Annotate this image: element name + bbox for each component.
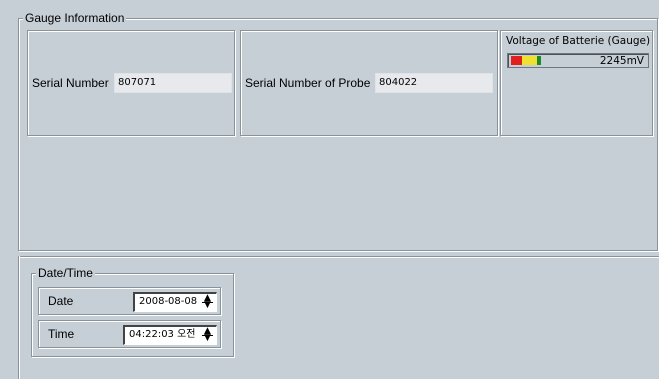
battery-voltage-value: 2245mV	[599, 55, 644, 67]
lower-section-left-edge	[18, 256, 19, 379]
date-value: 2008-08-08	[139, 296, 198, 307]
battery-gauge-bar: 2245mV	[507, 53, 649, 68]
probe-serial-label: Serial Number of Probe	[245, 76, 371, 90]
battery-voltage-label: Voltage of Batterie (Gauge)	[506, 35, 651, 47]
time-spin-buttons[interactable]: ▲ ▼	[201, 327, 214, 343]
battery-gauge-yellow-segment	[522, 56, 537, 65]
time-spinbox[interactable]: 04:22:03 오전 ▲ ▼	[123, 325, 217, 345]
date-row: Date 2008-08-08 ▲ ▼	[38, 287, 221, 315]
date-spinbox[interactable]: 2008-08-08 ▲ ▼	[133, 292, 217, 312]
spin-down-icon[interactable]: ▼	[201, 301, 214, 310]
date-spin-buttons[interactable]: ▲ ▼	[201, 294, 214, 310]
gauge-information-title: Gauge Information	[23, 11, 127, 25]
battery-voltage-panel: Voltage of Batterie (Gauge) 2245mV	[500, 30, 653, 136]
battery-gauge-green-segment	[537, 56, 541, 65]
lower-section-separator	[18, 256, 659, 257]
battery-gauge-red-segment	[511, 56, 522, 65]
probe-serial-panel: Serial Number of Probe 804022	[240, 30, 498, 136]
serial-number-panel: Serial Number 807071	[27, 30, 235, 136]
time-row: Time 04:22:03 오전 ▲ ▼	[38, 320, 221, 348]
time-label: Time	[48, 327, 75, 341]
time-value: 04:22:03 오전	[129, 329, 196, 340]
serial-number-field[interactable]: 807071	[114, 73, 232, 93]
probe-serial-field[interactable]: 804022	[375, 73, 493, 93]
date-label: Date	[48, 294, 74, 308]
serial-number-label: Serial Number	[32, 76, 109, 90]
spin-down-icon[interactable]: ▼	[201, 334, 214, 343]
datetime-title: Date/Time	[36, 266, 95, 280]
